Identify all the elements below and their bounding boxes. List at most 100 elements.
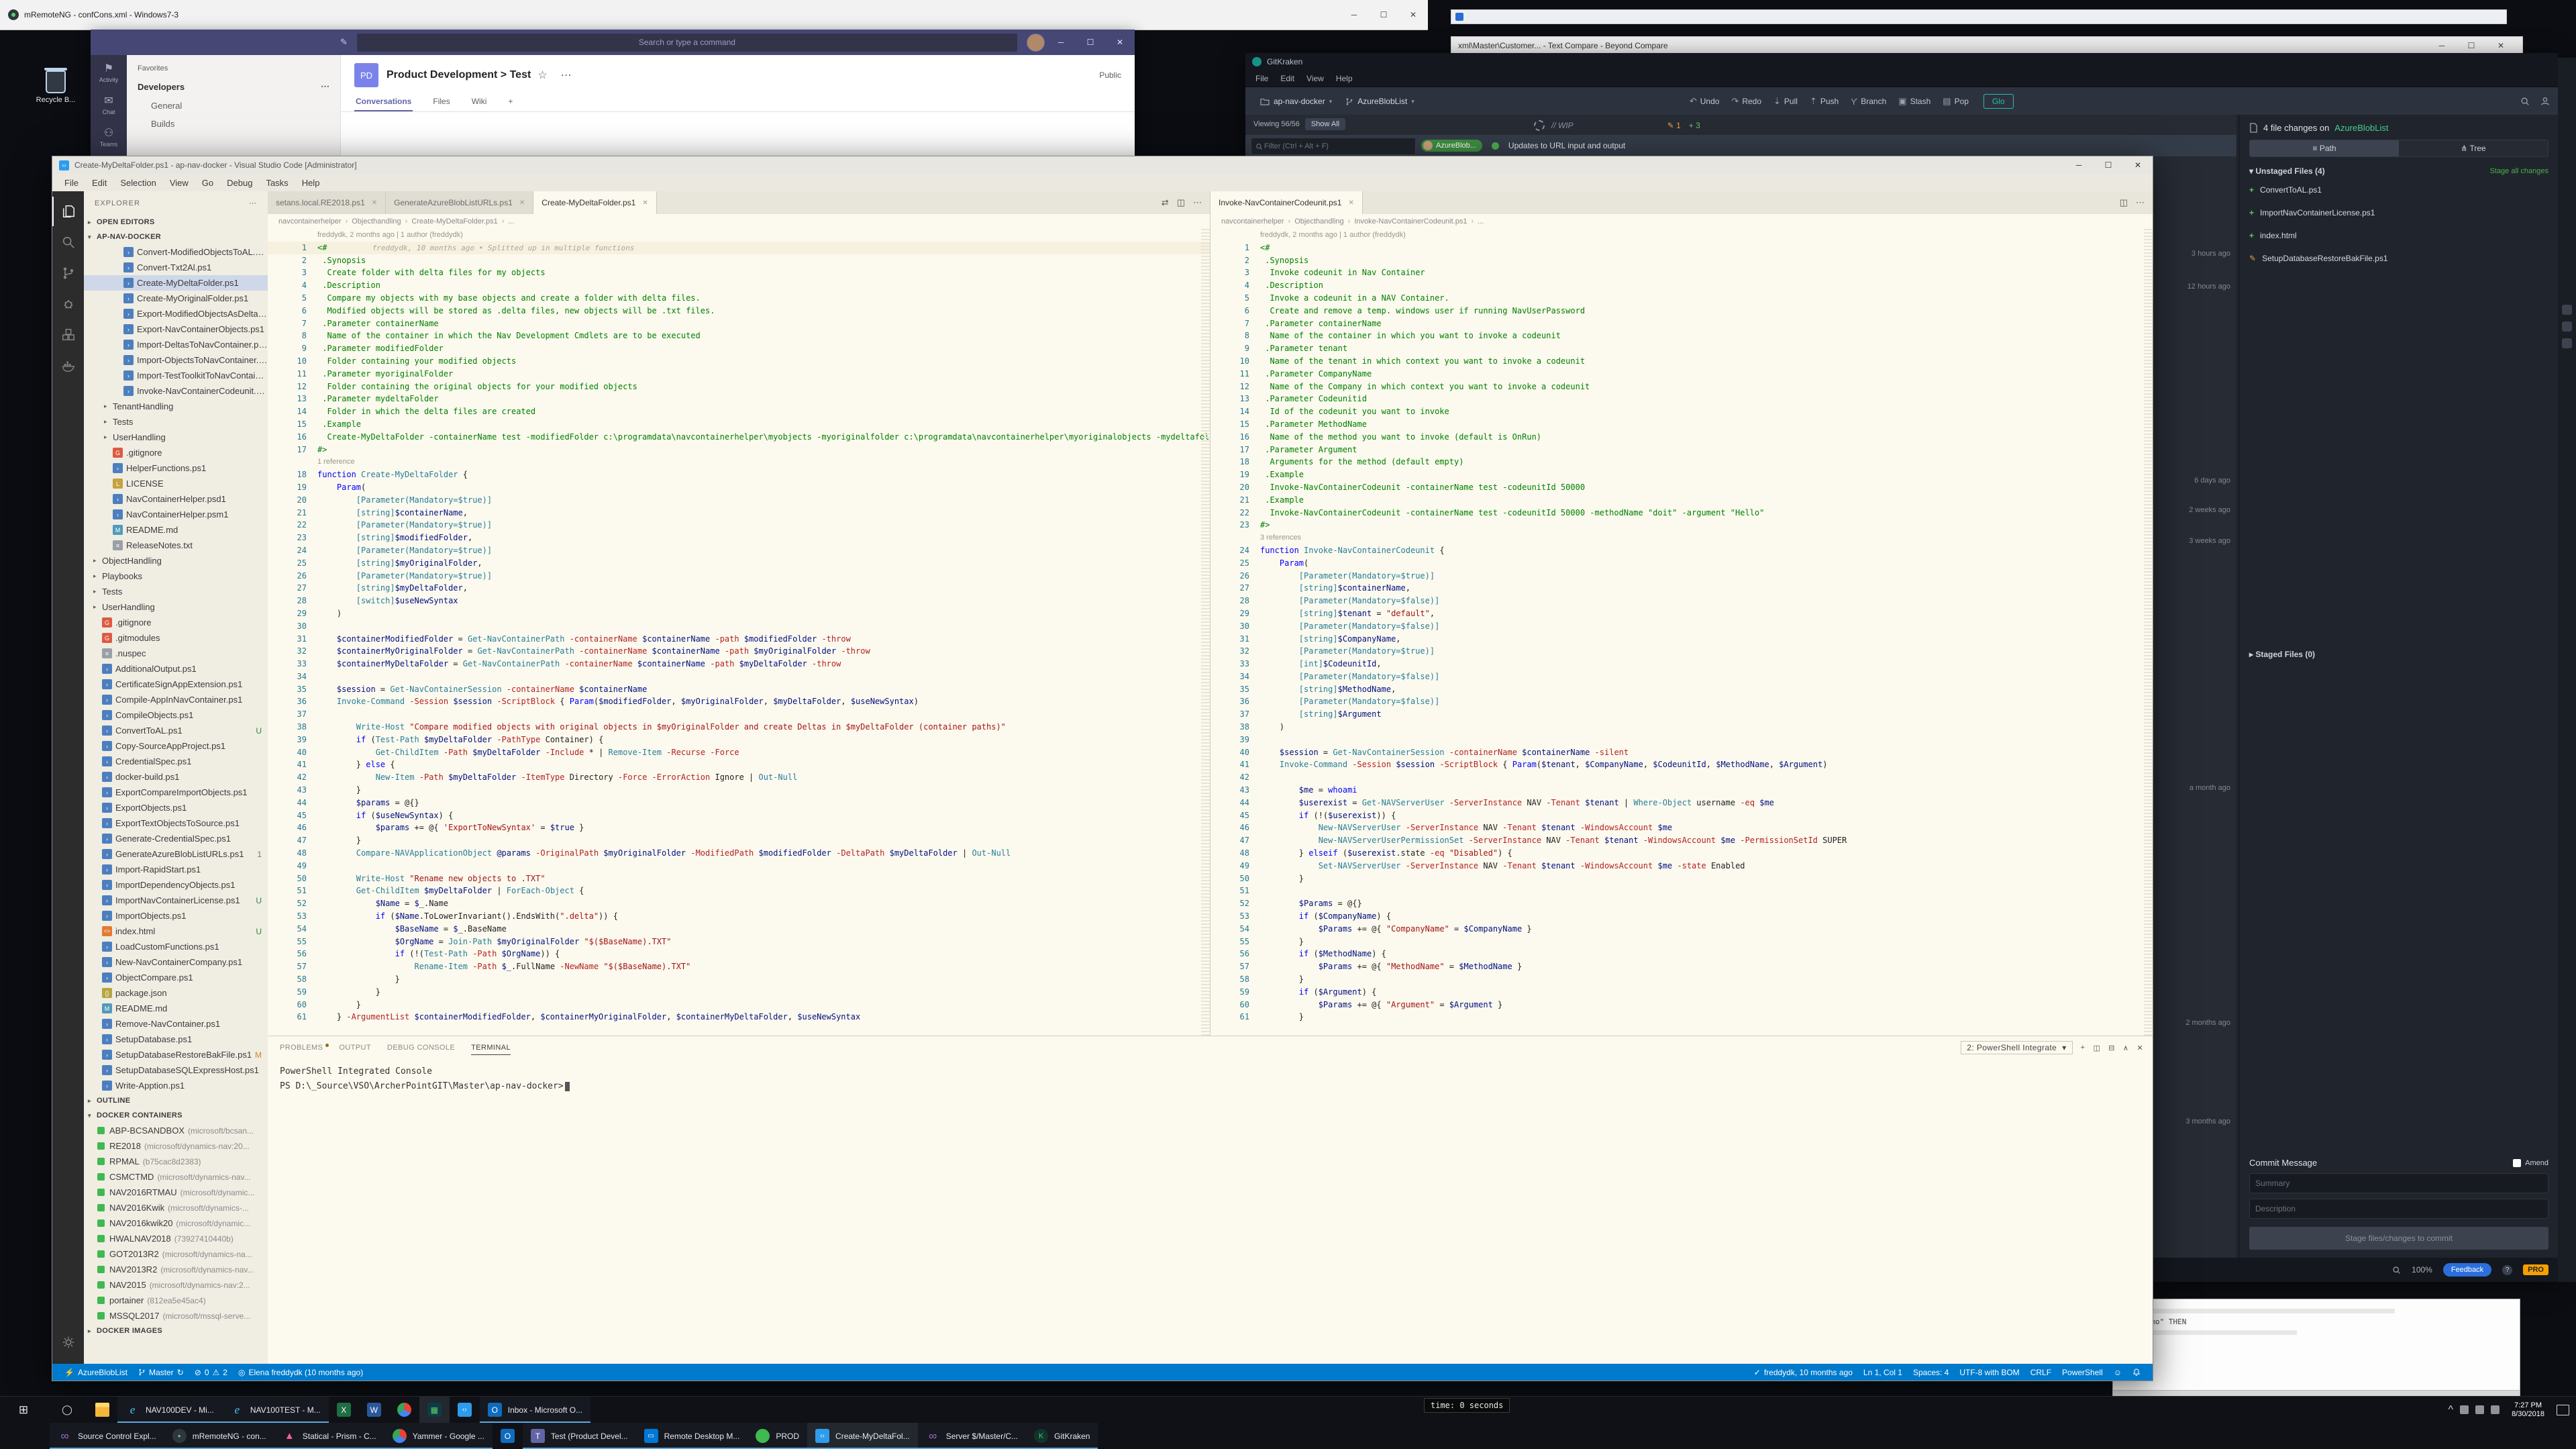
- tree-item[interactable]: TenantHandling: [84, 399, 268, 414]
- editor-tab[interactable]: Create-MyDeltaFolder.ps1 ✕: [533, 191, 657, 214]
- code-line[interactable]: 59 }: [268, 986, 1210, 999]
- code-line[interactable]: 36 Invoke-Command -Session $session -Scr…: [268, 695, 1210, 708]
- code-line[interactable]: 2 .Synopsis: [1210, 254, 2153, 267]
- code-line[interactable]: 60 }: [268, 999, 1210, 1011]
- close-icon[interactable]: ✕: [2123, 160, 2153, 170]
- code-line[interactable]: 58 }: [268, 973, 1210, 986]
- sidebar-channel[interactable]: Builds: [127, 115, 340, 133]
- tree-item[interactable]: Compile-AppInNavContainer.ps1: [84, 692, 268, 707]
- code-line[interactable]: 31 $containerModifiedFolder = Get-NavCon…: [268, 633, 1210, 646]
- new-terminal-icon[interactable]: +: [2081, 1044, 2085, 1052]
- code-line[interactable]: 11 .Parameter myoriginalFolder: [268, 368, 1210, 381]
- minimize-icon[interactable]: ─: [1046, 38, 1076, 47]
- git-branch-status-item[interactable]: Master ↻: [133, 1368, 189, 1377]
- code-line[interactable]: 8 Name of the container in which the Nav…: [268, 330, 1210, 342]
- close-icon[interactable]: ✕: [519, 199, 525, 207]
- open-changes-icon[interactable]: ⇄: [1162, 197, 1169, 208]
- code-line[interactable]: 36 [Parameter(Mandatory=$false)]: [1210, 695, 2153, 708]
- code-line[interactable]: 3 Create folder with delta files for my …: [268, 266, 1210, 279]
- tree-item[interactable]: Playbooks: [84, 568, 268, 584]
- toolbar-button[interactable]: ⇣ Pull: [1773, 96, 1798, 107]
- code-line[interactable]: 52 $Params = @{}: [1210, 897, 2153, 910]
- code-line[interactable]: 47 }: [268, 834, 1210, 847]
- tray-icon[interactable]: [2475, 1405, 2485, 1414]
- tree-item[interactable]: SetupDatabase.ps1: [84, 1032, 268, 1047]
- tree-item[interactable]: ImportObjects.ps1: [84, 908, 268, 923]
- toolbar-button[interactable]: ▣ Stash: [1898, 96, 1930, 107]
- maximize-icon[interactable]: ☐: [1076, 38, 1105, 47]
- tree-item[interactable]: index.html U: [84, 923, 268, 939]
- close-icon[interactable]: ✕: [642, 199, 648, 207]
- code-line[interactable]: 45 if ($useNewSyntax) {: [268, 809, 1210, 822]
- sidebar-channel[interactable]: General: [127, 97, 340, 115]
- teams-tab[interactable]: Conversations: [354, 93, 413, 111]
- code-line[interactable]: 47 New-NAVServerUserPermissionSet -Serve…: [1210, 834, 2153, 847]
- maximize-icon[interactable]: ☐: [1369, 10, 1398, 19]
- taskbar-button[interactable]: [389, 1397, 419, 1423]
- tree-item[interactable]: HelperFunctions.ps1: [84, 460, 268, 476]
- code-line[interactable]: 34 [Parameter(Mandatory=$false)]: [1210, 670, 2153, 683]
- tree-item[interactable]: README.md: [84, 522, 268, 538]
- glo-button[interactable]: Glo: [1983, 94, 2014, 109]
- path-view-button[interactable]: ≡ Path: [2250, 140, 2399, 156]
- changed-file-row[interactable]: ImportNavContainerLicense.ps1: [2249, 201, 2548, 224]
- tree-item[interactable]: CompileObjects.ps1: [84, 707, 268, 723]
- menu-item[interactable]: File: [1249, 72, 1274, 85]
- code-line[interactable]: 29 [string]$tenant = "default",: [1210, 607, 2153, 620]
- branch-label-pill[interactable]: AzureBlob...: [1421, 140, 1482, 152]
- rail-item[interactable]: ✉ Chat: [91, 94, 127, 115]
- code-line[interactable]: 51: [1210, 885, 2153, 897]
- code-line[interactable]: 9 .Parameter tenant: [1210, 342, 2153, 355]
- code-line[interactable]: 10 Name of the tenant in which context y…: [1210, 355, 2153, 368]
- source-control-icon[interactable]: [52, 258, 84, 288]
- code-line[interactable]: 6 Modified objects will be stored as .de…: [268, 305, 1210, 317]
- tree-item[interactable]: ObjectCompare.ps1: [84, 970, 268, 985]
- mremoteng-window[interactable]: mRemoteNG - confCons.xml - Windows7-3 ─ …: [0, 0, 1428, 30]
- tree-item[interactable]: .gitmodules: [84, 630, 268, 646]
- tree-item[interactable]: Tests: [84, 414, 268, 430]
- code-line[interactable]: 2 .Synopsis: [268, 254, 1210, 267]
- vscode-titlebar[interactable]: ‹› Create-MyDeltaFolder.ps1 - ap-nav-doc…: [52, 156, 2153, 174]
- amend-toggle[interactable]: Amend: [2513, 1158, 2548, 1167]
- feedback-smiley-icon[interactable]: ☺: [2108, 1368, 2127, 1377]
- taskbar-button[interactable]: mRemoteNG - con...: [164, 1423, 274, 1449]
- favorite-star-icon[interactable]: ☆: [537, 68, 547, 82]
- docker-container-item[interactable]: HWALNAV2018 (73927410440b): [84, 1231, 268, 1246]
- code-line[interactable]: 43 $me = whoami: [1210, 784, 2153, 797]
- code-line[interactable]: 49: [268, 860, 1210, 872]
- code-line[interactable]: 10 Folder containing your modified objec…: [268, 355, 1210, 368]
- code-line[interactable]: 26 [Parameter(Mandatory=$true)]: [268, 570, 1210, 583]
- more-icon[interactable]: ⋯: [561, 68, 572, 82]
- debug-icon[interactable]: [52, 289, 84, 319]
- tree-item[interactable]: docker-build.ps1: [84, 769, 268, 785]
- code-line[interactable]: 12 Name of the Company in which context …: [1210, 381, 2153, 393]
- codelens[interactable]: 1 reference: [268, 456, 1210, 468]
- taskbar-button[interactable]: Remote Desktop M...: [635, 1423, 748, 1449]
- docker-container-item[interactable]: RE2018 (microsoft/dynamics-nav:20...: [84, 1138, 268, 1154]
- indentation-status-item[interactable]: Spaces: 4: [1908, 1368, 1954, 1377]
- code-line[interactable]: 27 [string]$containerName,: [1210, 582, 2153, 595]
- code-line[interactable]: 17 #>: [268, 444, 1210, 456]
- commit-description-input[interactable]: [2249, 1199, 2548, 1219]
- code-line[interactable]: 4 .Description: [268, 279, 1210, 292]
- tree-item[interactable]: GenerateAzureBlobListURLs.ps1 1: [84, 846, 268, 862]
- breadcrumb[interactable]: navcontainerhelperObjecthandlingInvoke-N…: [1210, 214, 2153, 229]
- tree-item[interactable]: Import-DeltasToNavContainer.ps1: [84, 337, 268, 352]
- docker-container-item[interactable]: NAV2016kwik20 (microsoft/dynamic...: [84, 1215, 268, 1231]
- code-line[interactable]: 46 $params += @{ 'ExportToNewSyntax' = $…: [268, 821, 1210, 834]
- code-line[interactable]: 61 } -ArgumentList $containerModifiedFol…: [268, 1011, 1210, 1023]
- amend-checkbox[interactable]: [2513, 1158, 2522, 1167]
- wip-row[interactable]: // WIP ✎ 1 + 3: [1534, 117, 1700, 134]
- code-line[interactable]: 24 [Parameter(Mandatory=$true)]: [268, 544, 1210, 557]
- teams-tab[interactable]: Files: [431, 93, 451, 111]
- split-editor-icon[interactable]: ◫: [1177, 197, 1185, 208]
- code-line[interactable]: 21 [string]$containerName,: [268, 507, 1210, 519]
- code-line[interactable]: 57 Rename-Item -Path $_.FullName -NewNam…: [268, 960, 1210, 973]
- close-icon[interactable]: ✕: [372, 199, 377, 207]
- commit-node[interactable]: [1491, 142, 1499, 150]
- tree-item[interactable]: Export-NavContainerObjects.ps1: [84, 321, 268, 337]
- user-avatar[interactable]: [1026, 33, 1045, 52]
- code-line[interactable]: 41 Invoke-Command -Session $session -Scr…: [1210, 758, 2153, 771]
- help-icon[interactable]: ?: [2502, 1264, 2513, 1275]
- maximize-icon[interactable]: ☐: [2457, 41, 2486, 50]
